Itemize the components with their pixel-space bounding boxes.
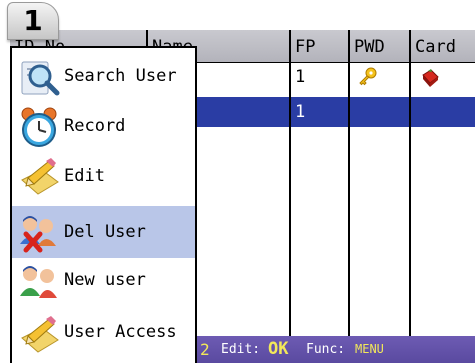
grid-line xyxy=(409,62,411,336)
menu-label: Search User xyxy=(64,66,177,86)
menu-item-del-user[interactable]: Del User xyxy=(12,206,195,258)
menu-label: Record xyxy=(64,116,126,136)
alarm-clock-icon xyxy=(21,107,57,147)
menu-item-record[interactable]: Record xyxy=(12,100,195,152)
menu-item-user-access[interactable]: User Access xyxy=(12,306,195,358)
menu-item-new-user[interactable]: New user xyxy=(12,254,195,306)
new-user-icon xyxy=(20,266,57,298)
search-user-icon xyxy=(21,61,60,96)
fp-count: 1 xyxy=(295,67,306,87)
column-fp: FP xyxy=(289,30,348,62)
menu-label: Edit xyxy=(64,166,105,186)
menu-label: New user xyxy=(64,270,146,290)
func-menu-key[interactable]: MENU xyxy=(355,336,384,363)
delete-user-icon xyxy=(20,216,56,253)
edit-label: Edit: xyxy=(221,342,261,357)
column-pwd: PWD xyxy=(348,30,409,62)
key-icon xyxy=(359,67,377,86)
edit-ok-key[interactable]: OK xyxy=(268,336,288,363)
menu-item-search-user[interactable]: Search User xyxy=(12,50,195,102)
step-badge: 1 xyxy=(7,2,59,40)
fp-count: 1 xyxy=(295,102,306,122)
menu-label: Del User xyxy=(64,222,146,242)
edit-pencil-icon xyxy=(21,158,59,195)
column-card: Card xyxy=(409,30,475,62)
menu-label: User Access xyxy=(64,322,177,342)
popup-menu: Search User Record Edit Del User New use… xyxy=(10,46,197,363)
grid-line xyxy=(289,62,291,336)
func-label: Func: xyxy=(306,342,346,357)
card-icon xyxy=(422,69,439,87)
user-access-icon xyxy=(21,316,59,353)
menu-item-edit[interactable]: Edit xyxy=(12,150,195,202)
status-partial-digit: 2 xyxy=(200,340,210,359)
grid-line xyxy=(348,62,350,336)
